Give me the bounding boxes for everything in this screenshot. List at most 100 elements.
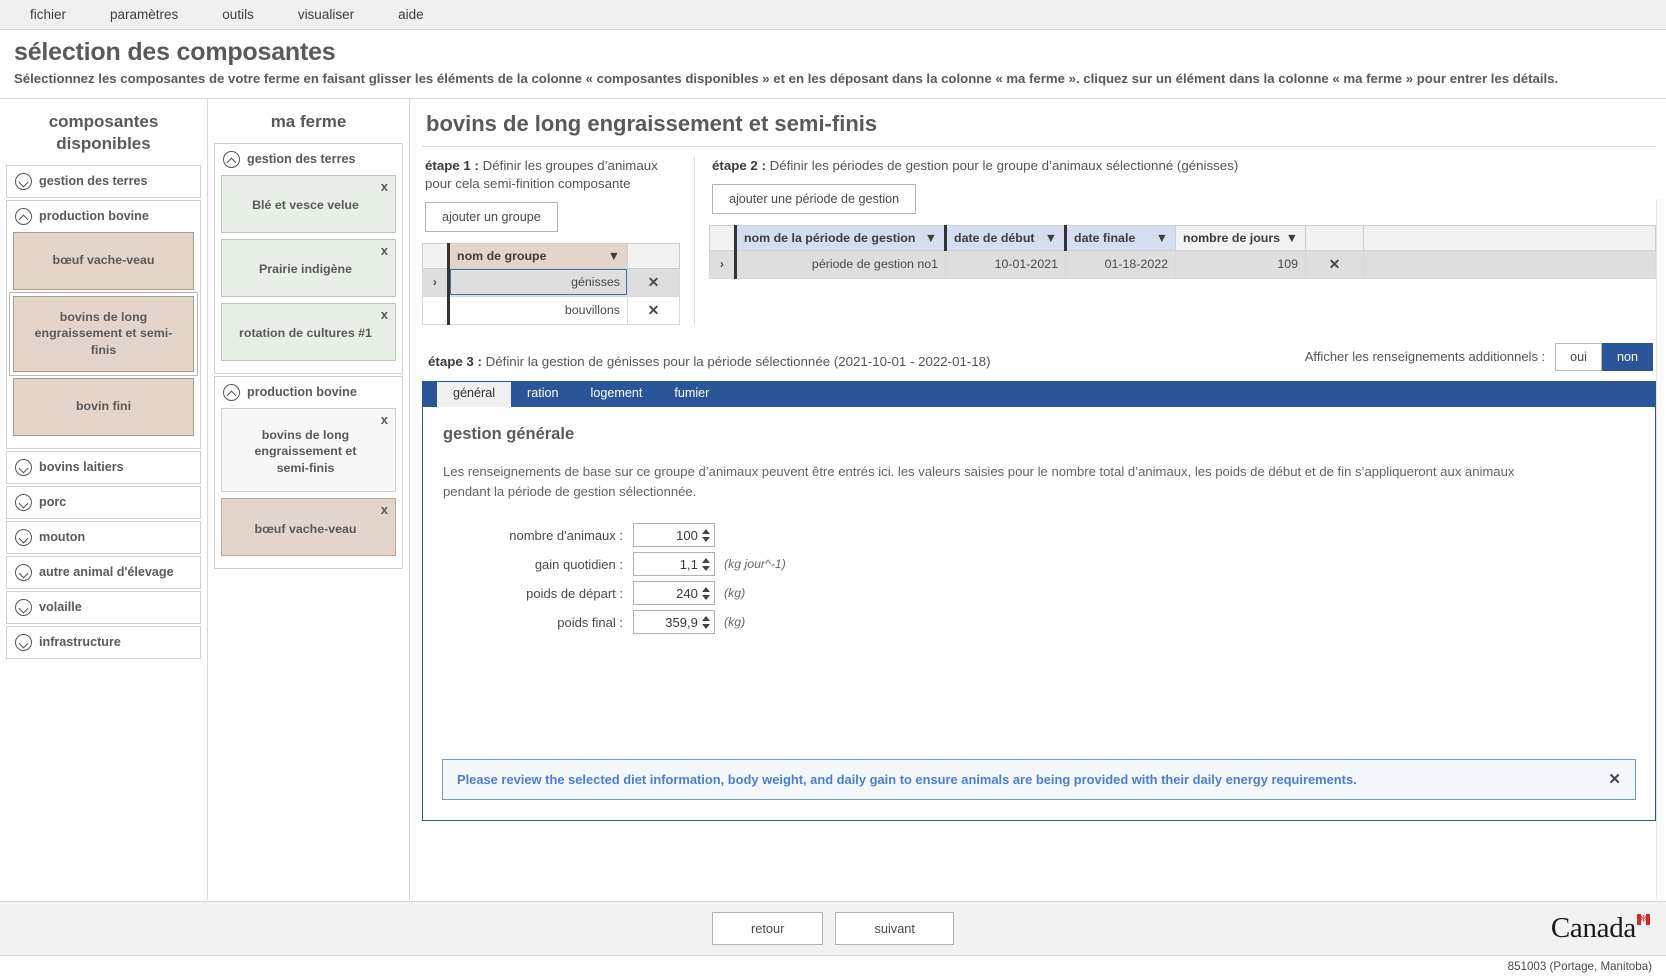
nombre-danimaux-stepper[interactable]: [633, 523, 715, 548]
next-button[interactable]: suivant: [835, 912, 954, 945]
remove-icon[interactable]: x: [381, 180, 388, 193]
delete-row-icon[interactable]: ✕: [627, 295, 680, 325]
column-header-nombre-de-jours[interactable]: nombre de jours ▼: [1175, 224, 1306, 251]
poids-de-depart-stepper[interactable]: [633, 581, 715, 606]
menu-item-aide[interactable]: aide: [376, 3, 446, 26]
period-start-date-cell[interactable]: 10-01-2021: [945, 249, 1066, 279]
tab-logement[interactable]: logement: [575, 382, 659, 407]
toggle-option-oui[interactable]: oui: [1555, 342, 1602, 371]
remove-icon[interactable]: x: [381, 244, 388, 257]
additional-info-toggle[interactable]: oui non: [1555, 342, 1653, 371]
accordion-infrastructure[interactable]: infrastructure: [6, 625, 201, 659]
poids-final-stepper[interactable]: [633, 610, 715, 635]
accordion-volaille[interactable]: volaille: [6, 590, 201, 624]
stepper-arrows[interactable]: [702, 524, 714, 546]
farm-card-rotation-de-cultures-1[interactable]: x rotation de cultures #1: [221, 302, 396, 361]
filter-icon[interactable]: ▼: [1286, 231, 1298, 245]
vertical-scrollbar[interactable]: [1656, 199, 1665, 899]
accordion-autre-animal-elevage[interactable]: autre animal d'élevage: [6, 555, 201, 589]
menu-item-parametres[interactable]: paramètres: [88, 3, 200, 26]
stepper-up-icon[interactable]: [702, 557, 711, 563]
general-form: nombre d'animaux : gain quotidien :: [453, 523, 1635, 635]
add-group-button[interactable]: ajouter un groupe: [425, 201, 558, 232]
tab-ration[interactable]: ration: [511, 382, 575, 407]
accordion-bovins-laitiers[interactable]: bovins laitiers: [6, 450, 201, 484]
delete-row-icon[interactable]: ✕: [1305, 249, 1364, 279]
group-name-cell[interactable]: bouvillons: [447, 295, 628, 325]
gain-quotidien-stepper[interactable]: [633, 552, 715, 577]
close-icon[interactable]: ✕: [1608, 772, 1621, 787]
stepper-down-icon[interactable]: [702, 565, 711, 571]
accordion-header[interactable]: mouton: [7, 522, 200, 553]
farm-card-ble-et-vesce-velue[interactable]: x Blé et vesce velue: [221, 174, 396, 233]
filter-icon[interactable]: ▼: [608, 249, 620, 263]
column-header-label: nom de groupe: [457, 248, 547, 263]
menu-item-fichier[interactable]: fichier: [8, 3, 88, 26]
back-button[interactable]: retour: [712, 912, 824, 945]
stepper-down-icon[interactable]: [702, 536, 711, 542]
tab-general[interactable]: général: [437, 381, 512, 407]
period-name-cell[interactable]: période de gestion no1: [734, 249, 946, 279]
tab-fumier[interactable]: fumier: [658, 382, 725, 407]
stepper-arrows[interactable]: [702, 553, 714, 575]
group-name-cell[interactable]: génisses: [447, 267, 628, 297]
poids-de-depart-input[interactable]: [634, 582, 702, 605]
accordion-header[interactable]: infrastructure: [7, 627, 200, 658]
column-header-date-debut[interactable]: date de début ▼: [944, 224, 1066, 251]
nombre-danimaux-input[interactable]: [634, 524, 702, 547]
row-expander[interactable]: ›: [422, 267, 449, 297]
remove-icon[interactable]: x: [381, 308, 388, 321]
delete-row-icon[interactable]: ✕: [627, 267, 680, 297]
available-card-bovins-long-engraissement[interactable]: bovins de long engraissement et semi-fin…: [9, 291, 198, 376]
filter-icon[interactable]: ▼: [925, 231, 937, 245]
gain-quotidien-input[interactable]: [634, 553, 702, 576]
poids-final-input[interactable]: [634, 611, 702, 634]
field-row-poids-de-depart: poids de départ : (kg): [453, 581, 1635, 606]
column-header-nom-de-groupe[interactable]: nom de groupe ▼: [447, 242, 628, 269]
stepper-up-icon[interactable]: [702, 615, 711, 621]
stepper-down-icon[interactable]: [702, 594, 711, 600]
stepper-arrows[interactable]: [702, 611, 714, 633]
farm-accordion-gestion-des-terres[interactable]: gestion des terres x Blé et vesce velue …: [214, 142, 403, 374]
accordion-production-bovine[interactable]: production bovine bœuf vache-veau bovins…: [6, 199, 201, 449]
farm-accordion-production-bovine[interactable]: production bovine x bovins de long engra…: [214, 375, 403, 569]
farm-card-prairie-indigene[interactable]: x Prairie indigène: [221, 238, 396, 297]
accordion-header[interactable]: bovins laitiers: [7, 452, 200, 483]
stepper-up-icon[interactable]: [702, 528, 711, 534]
accordion-header[interactable]: production bovine: [7, 201, 200, 232]
accordion-header[interactable]: autre animal d'élevage: [7, 557, 200, 588]
period-end-date-cell[interactable]: 01-18-2022: [1065, 249, 1176, 279]
available-card-boeuf-vache-veau[interactable]: bœuf vache-veau: [13, 231, 194, 290]
stepper-up-icon[interactable]: [702, 586, 711, 592]
filter-icon[interactable]: ▼: [1045, 231, 1057, 245]
column-header-date-finale[interactable]: date finale ▼: [1064, 224, 1176, 251]
available-card-bovin-fini[interactable]: bovin fini: [13, 377, 194, 436]
accordion-gestion-des-terres[interactable]: gestion des terres: [6, 164, 201, 198]
remove-icon[interactable]: x: [381, 503, 388, 516]
steps-row: étape 1 : Définir les groupes d’animaux …: [422, 157, 1656, 325]
accordion-header[interactable]: porc: [7, 487, 200, 518]
accordion-header[interactable]: gestion des terres: [7, 166, 200, 197]
accordion-porc[interactable]: porc: [6, 485, 201, 519]
menu-item-visualiser[interactable]: visualiser: [276, 3, 376, 26]
remove-icon[interactable]: x: [381, 413, 388, 426]
table-row[interactable]: bouvillons ✕: [422, 295, 680, 325]
farm-card-bovins-long-engraissement[interactable]: x bovins de long engraissement et semi-f…: [221, 407, 396, 492]
accordion-mouton[interactable]: mouton: [6, 520, 201, 554]
menu-item-outils[interactable]: outils: [200, 3, 276, 26]
table-row[interactable]: › génisses ✕: [422, 267, 680, 297]
column-header-label: date finale: [1074, 230, 1136, 245]
stepper-down-icon[interactable]: [702, 623, 711, 629]
filter-icon[interactable]: ▼: [1156, 231, 1168, 245]
add-management-period-button[interactable]: ajouter une période de gestion: [712, 183, 917, 214]
toggle-option-non[interactable]: non: [1601, 342, 1653, 371]
row-expander[interactable]: [422, 295, 449, 325]
accordion-header[interactable]: production bovine: [215, 377, 402, 408]
accordion-header[interactable]: volaille: [7, 592, 200, 623]
accordion-header[interactable]: gestion des terres: [215, 144, 402, 175]
stepper-arrows[interactable]: [702, 582, 714, 604]
row-expander[interactable]: ›: [709, 249, 736, 279]
farm-card-boeuf-vache-veau[interactable]: x bœuf vache-veau: [221, 497, 396, 556]
table-row[interactable]: › période de gestion no1 10-01-2021 01-1…: [709, 249, 1656, 279]
column-header-nom-periode[interactable]: nom de la période de gestion ▼: [734, 224, 946, 251]
